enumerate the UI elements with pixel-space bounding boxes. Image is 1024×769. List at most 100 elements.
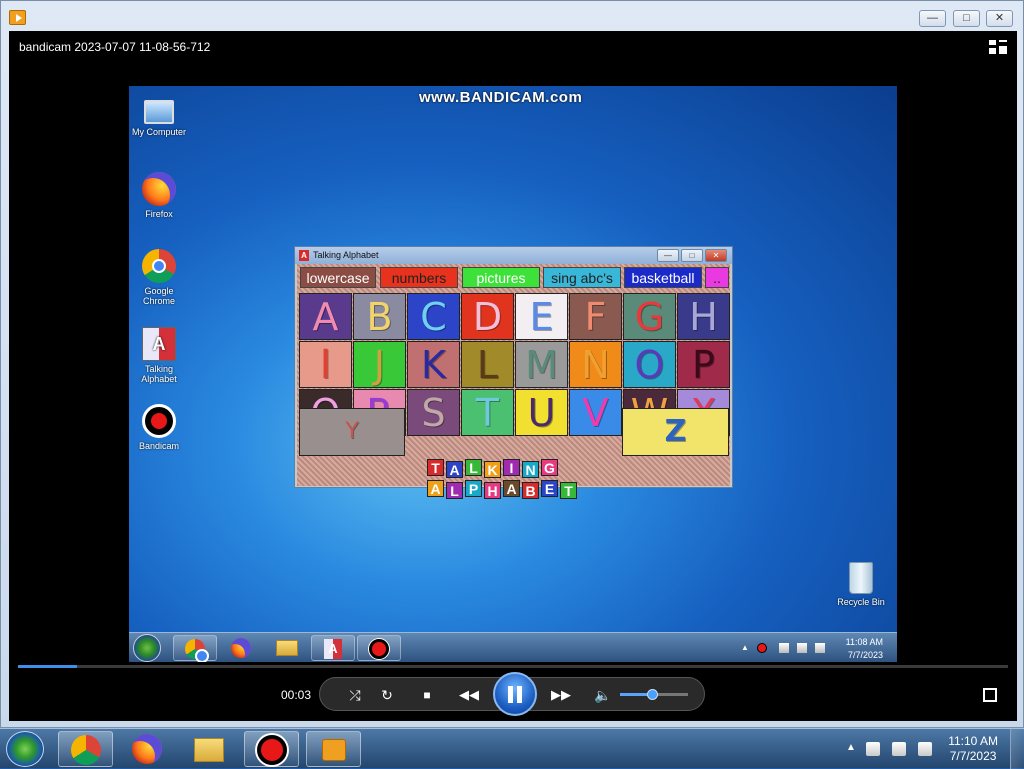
taskbar-chrome-button[interactable] (58, 731, 113, 767)
letter-s-button[interactable]: S (407, 389, 460, 436)
tray-action-center-icon[interactable] (866, 742, 880, 756)
ta-body: lowercase numbers pictures sing abc's ba… (297, 264, 730, 499)
taskbar-bandicam-button[interactable] (244, 731, 299, 767)
firefox-icon (142, 172, 176, 206)
ta-titlebar[interactable]: A Talking Alphabet — □ ✕ (295, 247, 732, 264)
repeat-icon[interactable]: ↻ (376, 685, 398, 705)
seek-progress (18, 665, 78, 668)
talking-alphabet-logo: TALKINGALPHABET (407, 456, 623, 504)
recorded-bandicam-button (357, 635, 401, 661)
logo-letter-block: G (541, 459, 558, 476)
logo-letter-block: B (522, 482, 539, 499)
player-window: — □ ✕ bandicam 2023-07-07 11-08-56-712 w… (0, 0, 1024, 728)
letter-v-button[interactable]: V (569, 389, 622, 436)
seek-bar[interactable] (18, 665, 1008, 668)
bandicam-icon (257, 735, 287, 765)
menu-sing-abcs-button[interactable]: sing abc's (543, 267, 621, 288)
logo-letter-block: P (465, 480, 482, 497)
recorded-chrome-button (173, 635, 217, 662)
tray-expand-icon: ▲ (741, 643, 749, 652)
clock-date: 7/7/2023 (949, 749, 997, 763)
start-button[interactable] (6, 731, 44, 767)
clock-time: 11:10 AM (948, 734, 998, 748)
letter-k-button[interactable]: K (407, 341, 460, 388)
ta-close-button[interactable]: ✕ (705, 249, 727, 262)
letter-o-button[interactable]: O (623, 341, 676, 388)
maximize-button[interactable]: □ (953, 10, 980, 27)
menu-basketball-button[interactable]: basketball (624, 267, 702, 288)
pause-button[interactable] (493, 672, 537, 716)
tray-network-icon (797, 643, 807, 653)
desktop-icon-bandicam[interactable]: Bandicam (129, 404, 189, 451)
ta-minimize-button[interactable]: — (657, 249, 679, 262)
taskbar-explorer-button[interactable] (182, 731, 237, 767)
folder-icon (276, 640, 298, 656)
letter-h-button[interactable]: H (677, 293, 730, 340)
tray-expand-icon[interactable]: ▲ (844, 742, 858, 756)
letter-b-button[interactable]: B (353, 293, 406, 340)
fast-forward-icon[interactable]: ▶▶ (550, 685, 572, 705)
letter-y-button[interactable]: Y (299, 408, 405, 456)
volume-knob[interactable] (646, 689, 658, 700)
shuffle-icon[interactable]: ⤮ (344, 685, 366, 705)
letter-l-button[interactable]: L (461, 341, 514, 388)
menu-lowercase-button[interactable]: lowercase (300, 267, 376, 288)
desktop-icon-my-computer[interactable]: My Computer (129, 94, 189, 137)
firefox-icon (132, 734, 162, 764)
taskbar-clock[interactable]: 11:10 AM 7/7/2023 (948, 734, 998, 764)
recorded-clock-time: 11:08 AM (845, 637, 883, 647)
timecode: 00:03 (281, 688, 312, 702)
letter-i-button[interactable]: I (299, 341, 352, 388)
letter-m-button[interactable]: M (515, 341, 568, 388)
computer-icon (144, 100, 174, 124)
close-button[interactable]: ✕ (986, 10, 1013, 27)
window-titlebar[interactable]: — □ ✕ (1, 1, 1023, 31)
chrome-icon (142, 249, 176, 283)
tray-network-icon[interactable] (892, 742, 906, 756)
menu-pictures-button[interactable]: pictures (462, 267, 540, 288)
bandicam-player-icon (322, 739, 346, 761)
letter-p-button[interactable]: P (677, 341, 730, 388)
desktop-icon-chrome[interactable]: Google Chrome (129, 249, 189, 306)
letter-u-button[interactable]: U (515, 389, 568, 436)
logo-letter-block: H (484, 482, 501, 499)
letter-a-button[interactable]: A (299, 293, 352, 340)
desktop-icon-firefox[interactable]: Firefox (129, 172, 189, 219)
letter-g-button[interactable]: G (623, 293, 676, 340)
letter-e-button[interactable]: E (515, 293, 568, 340)
desktop-icon-recycle-bin[interactable]: Recycle Bin (831, 562, 891, 607)
rewind-icon[interactable]: ◀◀ (458, 685, 480, 705)
recycle-bin-icon (849, 562, 873, 594)
logo-letter-block: K (484, 461, 501, 478)
letter-z-button[interactable]: Z (622, 408, 729, 456)
letter-t-button[interactable]: T (461, 389, 514, 436)
letter-c-button[interactable]: C (407, 293, 460, 340)
video-title: bandicam 2023-07-07 11-08-56-712 (19, 40, 211, 54)
letter-f-button[interactable]: F (569, 293, 622, 340)
taskbar-firefox-button[interactable] (120, 731, 175, 767)
menu-numbers-button[interactable]: numbers (380, 267, 458, 288)
menu-more-button[interactable]: .. (705, 267, 729, 288)
recorded-explorer-button (265, 635, 309, 661)
taskbar-bandicam-player-button[interactable] (306, 731, 361, 767)
show-desktop-button[interactable] (1010, 729, 1024, 769)
minimize-button[interactable]: — (919, 10, 946, 27)
layout-toggle-icon[interactable] (989, 40, 1007, 54)
speaker-icon[interactable]: 🔈 (592, 685, 614, 705)
ta-maximize-button[interactable]: □ (681, 249, 703, 262)
stop-icon[interactable]: ■ (416, 685, 438, 705)
letter-j-button[interactable]: J (353, 341, 406, 388)
recorded-clock-date: 7/7/2023 (847, 650, 883, 660)
video-player[interactable]: bandicam 2023-07-07 11-08-56-712 www.BAN… (9, 31, 1017, 721)
logo-letter-block: L (465, 459, 482, 476)
letter-d-button[interactable]: D (461, 293, 514, 340)
firefox-icon (231, 638, 251, 658)
desktop-icon-talking-alphabet[interactable]: A Talking Alphabet (129, 327, 189, 384)
tray-volume-icon[interactable] (918, 742, 932, 756)
logo-letter-block: E (541, 480, 558, 497)
bandicam-player-icon[interactable] (9, 10, 26, 25)
talking-alphabet-window: A Talking Alphabet — □ ✕ lowercase numbe… (294, 246, 733, 499)
letter-n-button[interactable]: N (569, 341, 622, 388)
logo-letter-block: I (503, 459, 520, 476)
fullscreen-icon[interactable] (983, 688, 997, 702)
